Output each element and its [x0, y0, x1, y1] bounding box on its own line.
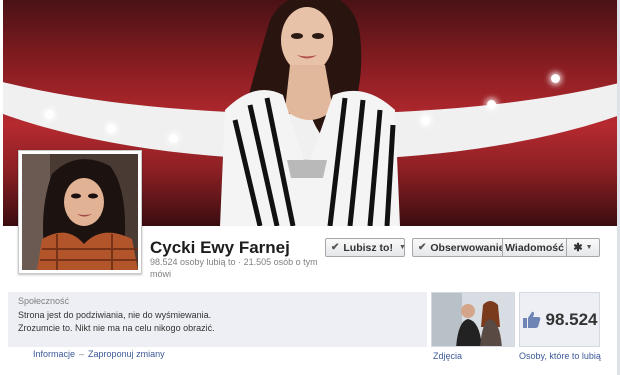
- category-label: Społeczność: [18, 296, 70, 306]
- page-title: Cycki Ewy Farnej: [150, 238, 290, 257]
- cover-stage-light: [551, 74, 560, 83]
- separator: –: [79, 349, 85, 359]
- photos-link[interactable]: Zdjęcia: [433, 351, 462, 361]
- cover-stage-light: [45, 110, 54, 119]
- like-button[interactable]: ✔ Lubisz to! ▼: [325, 238, 406, 257]
- about-box: Społeczność Strona jest do podziwiania, …: [8, 292, 427, 347]
- check-icon: ✔: [418, 242, 427, 253]
- cover-stage-light: [487, 100, 496, 109]
- about-description: Strona jest do podziwiania, nie do wyśmi…: [18, 309, 417, 334]
- page-links: Informacje – Zaproponuj zmiany: [33, 349, 165, 359]
- cover-stage-light: [107, 124, 116, 133]
- photos-tile[interactable]: [431, 292, 515, 347]
- suggest-edits-link[interactable]: Zaproponuj zmiany: [88, 349, 165, 359]
- about-line: Zrozumcie to. Nikt nie ma na celu nikogo…: [18, 322, 215, 333]
- profile-picture-image: [22, 154, 138, 270]
- message-button-label: Wiadomość: [505, 241, 564, 254]
- likes-count: 98.524: [545, 309, 598, 329]
- likes-tile[interactable]: 98.524: [519, 292, 600, 347]
- photos-thumbnail: [432, 293, 514, 346]
- profile-picture[interactable]: [18, 150, 142, 274]
- caret-down-icon: ▼: [585, 244, 593, 251]
- cover-stage-light: [169, 134, 178, 143]
- like-button-label: Lubisz to!: [343, 241, 393, 254]
- page-stats-text: 98.524 osoby lubią to · 21.505 osób o ty…: [150, 257, 318, 279]
- follow-button[interactable]: ✔ Obserwowanie: [412, 238, 505, 257]
- likes-link[interactable]: Osoby, które to lubią: [519, 351, 601, 361]
- gear-icon: ✱: [573, 242, 583, 254]
- cover-person-image: [220, 0, 400, 226]
- check-icon: ✔: [331, 242, 340, 253]
- info-link[interactable]: Informacje: [33, 349, 75, 359]
- cover-stage-light: [421, 116, 430, 125]
- caret-down-icon: ▼: [398, 244, 406, 251]
- settings-menu-button[interactable]: ✱ ▼: [566, 238, 600, 257]
- about-line: Strona jest do podziwiania, nie do wyśmi…: [18, 310, 212, 320]
- thumbs-up-icon: [522, 311, 540, 328]
- message-button[interactable]: Wiadomość: [502, 238, 567, 257]
- follow-button-label: Obserwowanie: [430, 241, 505, 254]
